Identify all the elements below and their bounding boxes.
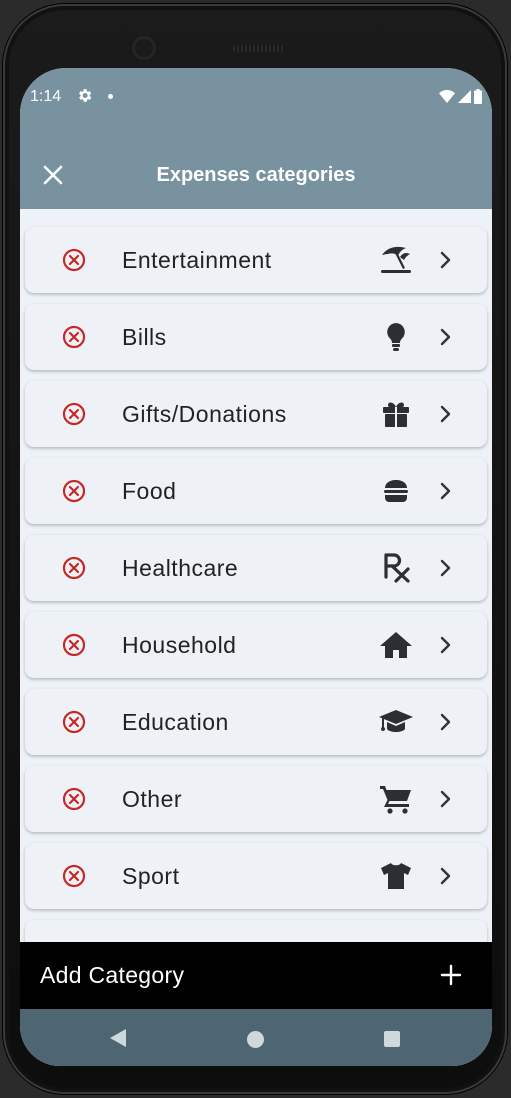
category-list: Entertainment Bills Gifts/Donations Food…	[20, 209, 492, 942]
tshirt-icon	[381, 863, 411, 889]
cell-signal-icon	[458, 90, 471, 103]
house-icon	[380, 632, 412, 658]
status-icons	[439, 89, 482, 104]
category-label: Household	[122, 632, 237, 658]
category-label: Healthcare	[122, 555, 239, 581]
app-bar: Expenses categories	[20, 126, 492, 209]
remove-circle-icon[interactable]	[62, 710, 86, 734]
earpiece-speaker	[233, 45, 285, 52]
settings-icon	[76, 87, 93, 109]
app-screen: 1:14 Expenses categories Entertainment B…	[20, 68, 492, 1066]
back-icon[interactable]	[110, 1029, 126, 1047]
category-item-gifts[interactable]: Gifts/Donations	[25, 381, 487, 447]
system-nav-bar	[20, 1009, 492, 1066]
beach-umbrella-icon	[381, 246, 411, 273]
status-bar: 1:14	[20, 68, 492, 126]
home-icon[interactable]	[247, 1031, 264, 1048]
chevron-right-icon	[440, 328, 451, 346]
lightbulb-icon	[387, 323, 405, 351]
remove-circle-icon[interactable]	[62, 248, 86, 272]
chevron-right-icon	[440, 636, 451, 654]
category-label: Education	[122, 709, 229, 735]
sensor	[169, 38, 181, 58]
remove-circle-icon[interactable]	[62, 633, 86, 657]
category-item-bills[interactable]: Bills	[25, 304, 487, 370]
status-time: 1:14	[30, 88, 62, 105]
remove-circle-icon[interactable]	[62, 479, 86, 503]
recent-apps-icon[interactable]	[384, 1031, 400, 1047]
burger-icon	[384, 480, 408, 502]
category-item-partial[interactable]	[25, 920, 487, 942]
category-label: Bills	[122, 324, 167, 350]
remove-circle-icon[interactable]	[62, 556, 86, 580]
category-label: Other	[122, 786, 183, 812]
chevron-right-icon	[440, 251, 451, 269]
remove-circle-icon[interactable]	[62, 787, 86, 811]
category-label: Entertainment	[122, 247, 272, 273]
chevron-right-icon	[440, 867, 451, 885]
remove-circle-icon[interactable]	[62, 325, 86, 349]
chevron-right-icon	[440, 713, 451, 731]
category-item-food[interactable]: Food	[25, 458, 487, 524]
chevron-right-icon	[440, 405, 451, 423]
plus-icon[interactable]	[437, 961, 465, 989]
prescription-icon	[384, 553, 410, 583]
category-label: Food	[122, 478, 177, 504]
chevron-right-icon	[440, 482, 451, 500]
category-label: Gifts/Donations	[122, 401, 287, 427]
battery-icon	[474, 89, 482, 104]
notification-dot-icon	[108, 94, 113, 99]
category-label: Sport	[122, 863, 180, 889]
category-item-other[interactable]: Other	[25, 766, 487, 832]
chevron-right-icon	[440, 790, 451, 808]
remove-circle-icon[interactable]	[62, 864, 86, 888]
category-item-sport[interactable]: Sport	[25, 843, 487, 909]
chevron-right-icon	[440, 559, 451, 577]
remove-circle-icon[interactable]	[62, 402, 86, 426]
category-item-healthcare[interactable]: Healthcare	[25, 535, 487, 601]
graduation-cap-icon	[379, 710, 413, 732]
add-category-bar[interactable]: Add Category	[20, 942, 492, 1009]
category-item-entertainment[interactable]: Entertainment	[25, 227, 487, 293]
gift-icon	[383, 402, 409, 427]
page-title: Expenses categories	[156, 164, 356, 186]
shopping-cart-icon	[380, 786, 411, 814]
add-category-label: Add Category	[40, 962, 185, 988]
front-camera	[132, 36, 156, 60]
wifi-icon	[439, 90, 455, 103]
category-item-education[interactable]: Education	[25, 689, 487, 755]
category-item-household[interactable]: Household	[25, 612, 487, 678]
